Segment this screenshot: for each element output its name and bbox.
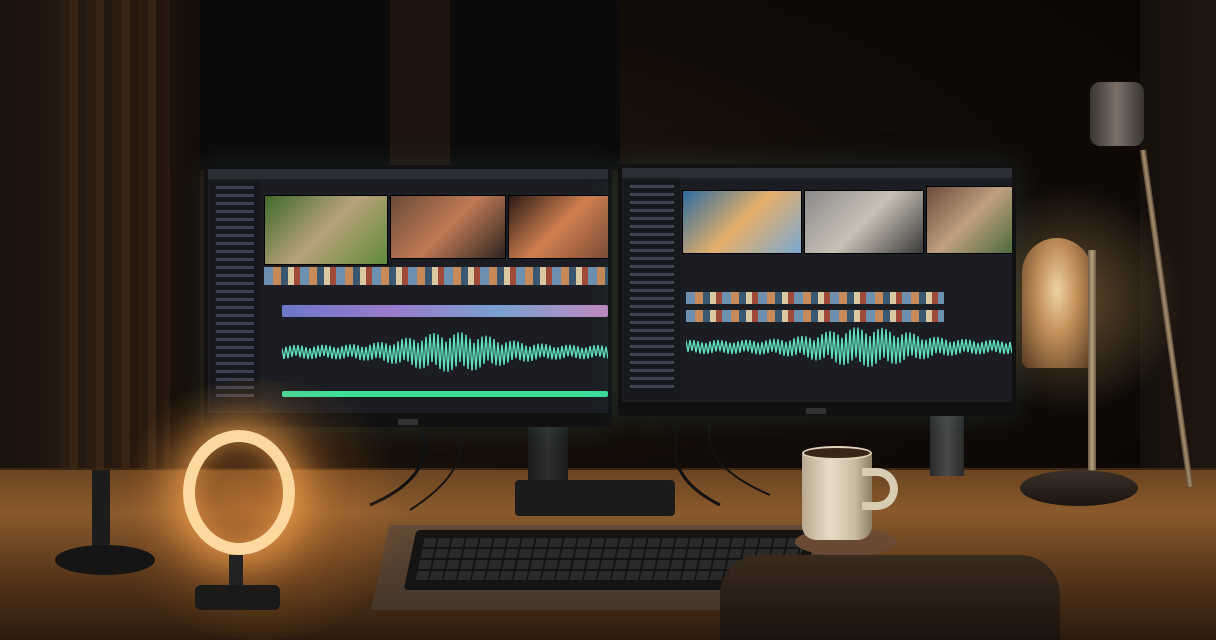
preview-thumbnail-3 — [508, 195, 608, 259]
monitor-stand-foot — [515, 480, 675, 516]
editor-titlebar-right — [622, 168, 1012, 178]
video-editor-screen-left — [208, 169, 608, 413]
clip-strip-right-2 — [686, 310, 944, 322]
clip-strip — [264, 267, 608, 285]
lamp-shade — [1022, 238, 1092, 368]
ring-light-base — [195, 585, 280, 610]
chair-back — [720, 555, 1060, 640]
monitor-stand-right — [930, 416, 964, 476]
clip-strip-right-1 — [686, 292, 944, 304]
preview-thumbnail-2 — [390, 195, 506, 259]
preview-thumbnail-3-right — [926, 186, 1012, 254]
video-track[interactable] — [282, 305, 608, 317]
ring-light — [183, 430, 295, 555]
monitor-logo-right — [806, 408, 826, 414]
preview-thumbnail-2-right — [804, 190, 924, 254]
waveform-line — [282, 332, 608, 372]
lamp-pole — [1088, 250, 1096, 490]
curtain — [60, 0, 170, 470]
microphone-base — [55, 545, 155, 575]
editing-desk-scene — [0, 0, 1216, 640]
audio-waveform-right[interactable] — [686, 322, 1012, 372]
preview-thumbnail-1-right — [682, 190, 802, 254]
project-panel — [624, 180, 680, 400]
video-editor-screen-right — [622, 168, 1012, 402]
media-browser-panel — [210, 181, 260, 411]
preview-thumbnail-1 — [264, 195, 388, 265]
waveform-line-right — [686, 327, 1012, 367]
monitor-right — [618, 164, 1016, 416]
coffee-surface — [802, 446, 872, 460]
window-frame — [390, 0, 450, 170]
audio-waveform[interactable] — [282, 327, 608, 377]
lamp-head — [1090, 82, 1144, 146]
monitor-logo — [398, 419, 418, 425]
editor-titlebar — [208, 169, 608, 179]
lamp-base — [1020, 470, 1138, 506]
